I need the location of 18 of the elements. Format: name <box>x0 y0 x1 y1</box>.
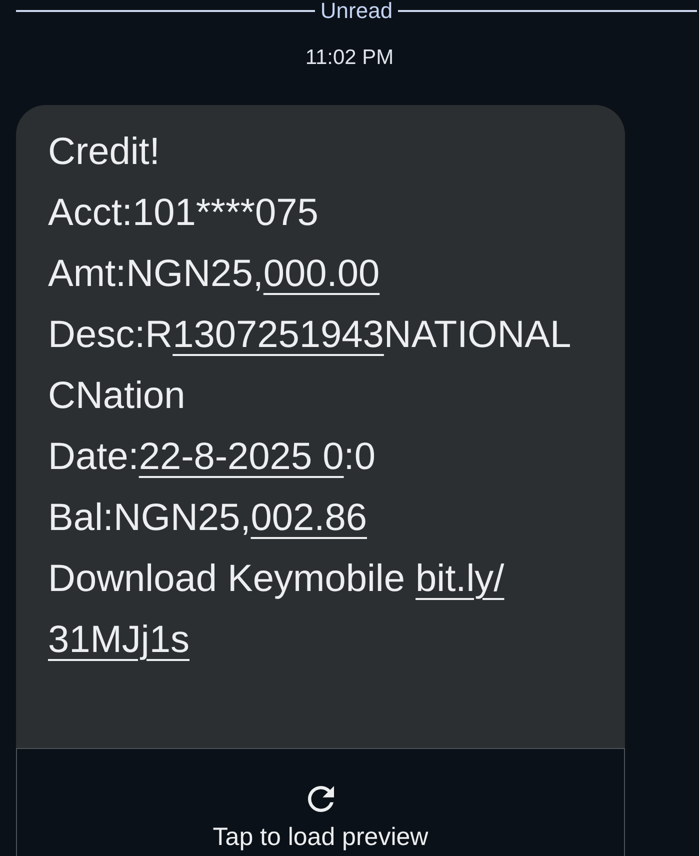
link[interactable]: 002.86 <box>250 497 367 539</box>
unread-label: Unread <box>319 0 394 22</box>
link[interactable]: 31MJj1s <box>48 619 190 661</box>
link[interactable]: 000.00 <box>263 253 380 295</box>
link[interactable]: bit.ly/ <box>416 558 504 600</box>
load-preview-button[interactable]: Tap to load preview <box>16 748 625 856</box>
message-text: Date:22-8-2025 0:0 <box>48 435 376 480</box>
message-text: Desc:R1307251943NATIONAL <box>48 313 572 358</box>
message-text: Amt:NGN25,000.00 <box>48 252 380 297</box>
refresh-icon <box>308 786 334 812</box>
link[interactable]: 1307251943 <box>172 314 384 356</box>
message-text: Acct:101****075 <box>48 191 318 236</box>
timestamp: 11:02 PM <box>305 46 394 70</box>
message-text: Credit! <box>48 130 160 175</box>
message-text: Download Keymobile bit.ly/ <box>48 557 504 602</box>
link[interactable]: 22-8-2025 0 <box>138 436 344 478</box>
message-text: Bal:NGN25,002.86 <box>48 496 367 541</box>
message-text: CNation <box>48 374 186 419</box>
